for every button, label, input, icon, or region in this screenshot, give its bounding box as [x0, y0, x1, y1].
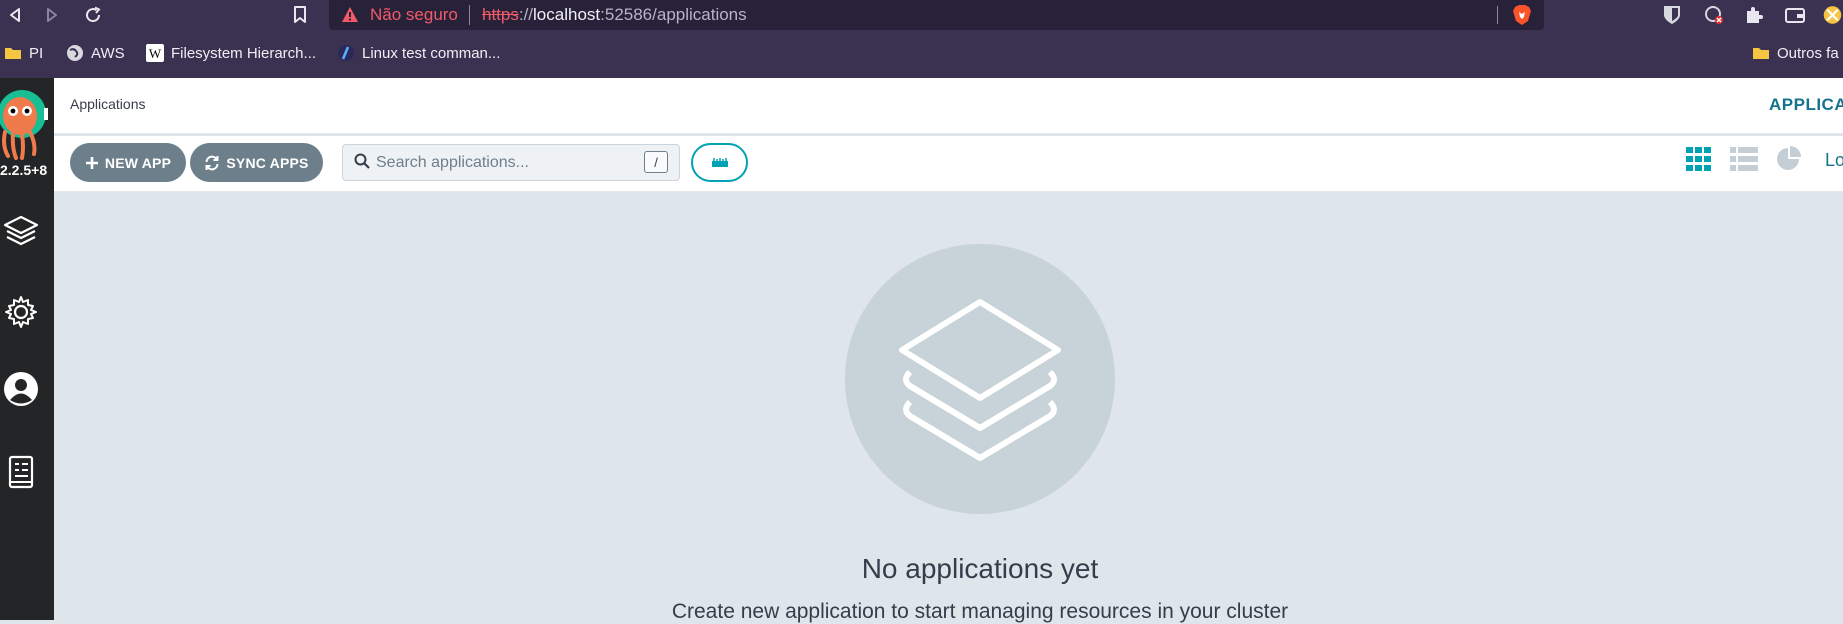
bookmark-linux-test-commands[interactable]: Linux test comman... — [337, 38, 500, 68]
forward-button[interactable] — [39, 3, 65, 27]
circle-logo-icon — [338, 45, 354, 61]
back-button[interactable] — [2, 3, 28, 27]
applications-tab-label[interactable]: APPLICATIONS — [1769, 95, 1843, 115]
pie-chart-icon — [1777, 146, 1801, 170]
grid-icon — [1686, 147, 1711, 171]
argo-logo-icon[interactable] — [0, 86, 48, 162]
folder-icon — [5, 48, 21, 59]
bookmarks-bar: PI AWS W Filesystem Hierarch... Linux te… — [0, 38, 1843, 68]
gear-icon — [5, 296, 37, 328]
sync-apps-label: SYNC APPS — [226, 154, 309, 171]
url-separator: :// — [518, 5, 534, 24]
list-icon — [1730, 147, 1758, 171]
globe-icon — [67, 45, 83, 61]
security-warning-text[interactable]: Não seguro — [370, 5, 458, 25]
bookmark-filesystem-hierarchy[interactable]: W Filesystem Hierarch... — [146, 38, 316, 68]
profile-avatar[interactable] — [1822, 4, 1843, 26]
url-text[interactable]: https://localhost:52586/applications — [482, 5, 747, 25]
user-icon — [4, 372, 38, 406]
extension-bitwarden[interactable] — [1660, 4, 1684, 26]
search-shortcut-hint: / — [644, 151, 668, 173]
list-view-button[interactable] — [1729, 144, 1759, 174]
reload-icon — [86, 6, 101, 23]
logout-link[interactable]: Log — [1825, 150, 1843, 171]
warning-icon — [342, 7, 358, 22]
page-title: Applications — [70, 96, 146, 112]
layers-icon — [899, 299, 1061, 461]
blocked-extension-icon — [1705, 6, 1723, 24]
url-right-divider — [1497, 6, 1498, 24]
reload-button[interactable] — [80, 3, 106, 27]
wallet-button[interactable] — [1783, 4, 1807, 26]
back-arrow-icon — [10, 8, 20, 22]
sidebar-item-user-info[interactable] — [2, 369, 40, 409]
filter-toggle-button[interactable] — [691, 143, 748, 182]
empty-state-title: No applications yet — [861, 553, 1099, 584]
sidebar-item-documentation[interactable] — [2, 452, 40, 492]
url-host: localhost — [533, 5, 601, 24]
wikipedia-icon: W — [146, 44, 164, 62]
plus-icon — [85, 156, 98, 169]
bookmark-label: PI — [29, 44, 44, 62]
bookmark-label: Filesystem Hierarch... — [171, 44, 317, 62]
url-scheme: https — [482, 5, 519, 24]
bookmark-icon — [294, 6, 306, 23]
folder-icon — [1753, 48, 1769, 59]
sync-apps-button[interactable]: SYNC APPS — [190, 143, 323, 182]
forward-arrow-icon — [47, 8, 57, 22]
summary-view-button[interactable] — [1774, 144, 1804, 174]
page-header — [54, 78, 1843, 133]
shield-icon — [1664, 6, 1680, 24]
bookmark-label: Linux test comman... — [362, 44, 501, 62]
search-icon — [354, 153, 370, 169]
tiles-view-button[interactable] — [1684, 144, 1714, 174]
extension-blocked[interactable] — [1702, 4, 1726, 26]
url-divider — [469, 5, 470, 25]
ruler-icon — [711, 157, 728, 167]
sync-icon — [205, 155, 219, 170]
url-path: :52586/applications — [600, 5, 747, 24]
brave-shield-icon[interactable] — [1512, 4, 1532, 26]
avatar-icon — [1823, 6, 1842, 24]
wallet-icon — [1785, 8, 1805, 23]
version-label: 2.2.5+8 — [0, 162, 48, 178]
bookmark-aws[interactable]: AWS — [66, 38, 125, 68]
extensions-button[interactable] — [1742, 4, 1766, 26]
empty-state-subtitle: Create new application to start managing… — [671, 600, 1289, 623]
bookmark-pi[interactable]: PI — [4, 38, 43, 68]
other-bookmarks[interactable]: Outros fa — [1752, 38, 1839, 68]
new-app-button[interactable]: NEW APP — [70, 143, 186, 182]
puzzle-icon — [1747, 7, 1763, 23]
other-bookmarks-label: Outros fa — [1777, 44, 1839, 62]
svg-text:W: W — [149, 46, 162, 61]
layers-icon — [3, 215, 39, 246]
new-app-label: NEW APP — [104, 154, 172, 171]
bookmark-page-button[interactable] — [287, 3, 313, 27]
sidebar-item-settings[interactable] — [2, 292, 40, 332]
bookmark-label: AWS — [91, 44, 125, 62]
search-input[interactable] — [376, 146, 636, 179]
sidebar-item-applications[interactable] — [2, 212, 40, 252]
docs-icon — [8, 455, 34, 489]
